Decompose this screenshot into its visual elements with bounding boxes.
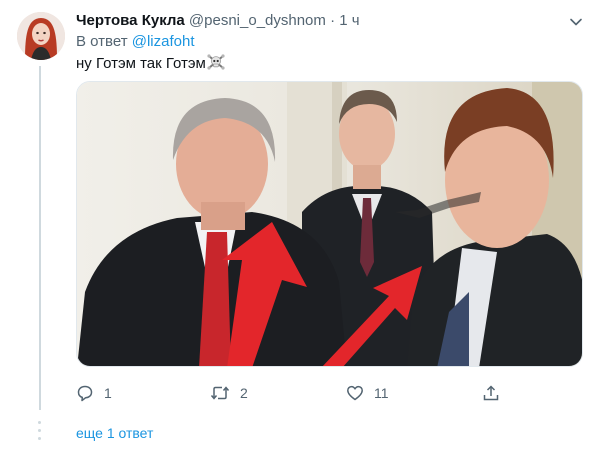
share-action[interactable] [482,382,510,404]
retweet-action[interactable]: 2 [210,382,248,404]
tweet-timestamp[interactable]: 1 ч [339,12,359,29]
tweet-text: ну Готэм так Готэм [76,53,225,76]
skull-crossbones-icon [207,53,225,76]
tweet-text-content: ну Готэм так Готэм [76,55,206,72]
like-count: 11 [374,385,389,401]
like-action[interactable]: 11 [346,382,389,404]
reply-prefix: В ответ [76,33,128,50]
reply-mention-link[interactable]: @lizafoht [132,33,195,50]
reply-context: В ответ @lizafoht [76,33,195,51]
show-more-replies-link[interactable]: еще 1 ответ [76,425,153,441]
retweet-count: 2 [240,385,248,401]
author-handle[interactable]: @pesni_o_dyshnom [189,12,326,29]
share-icon [483,385,499,401]
separator-dot: · [330,12,336,29]
tweet-header: Чертова Кукла @pesni_o_dyshnom · 1 ч [76,12,546,30]
author-name[interactable]: Чертова Кукла [76,12,185,29]
thread-dots [38,421,42,445]
reply-icon [77,385,93,402]
tweet-photo[interactable] [76,81,583,367]
like-icon [347,385,363,401]
caret-down-icon[interactable] [568,14,584,30]
author-avatar[interactable] [17,12,65,60]
retweet-icon [210,386,230,400]
reply-action[interactable]: 1 [76,382,112,404]
photo-image [77,82,582,366]
author-avatar-image [17,12,65,60]
reply-count: 1 [104,385,112,401]
tweet-actions: 1 2 11 [76,382,596,404]
thread-line [39,66,41,410]
